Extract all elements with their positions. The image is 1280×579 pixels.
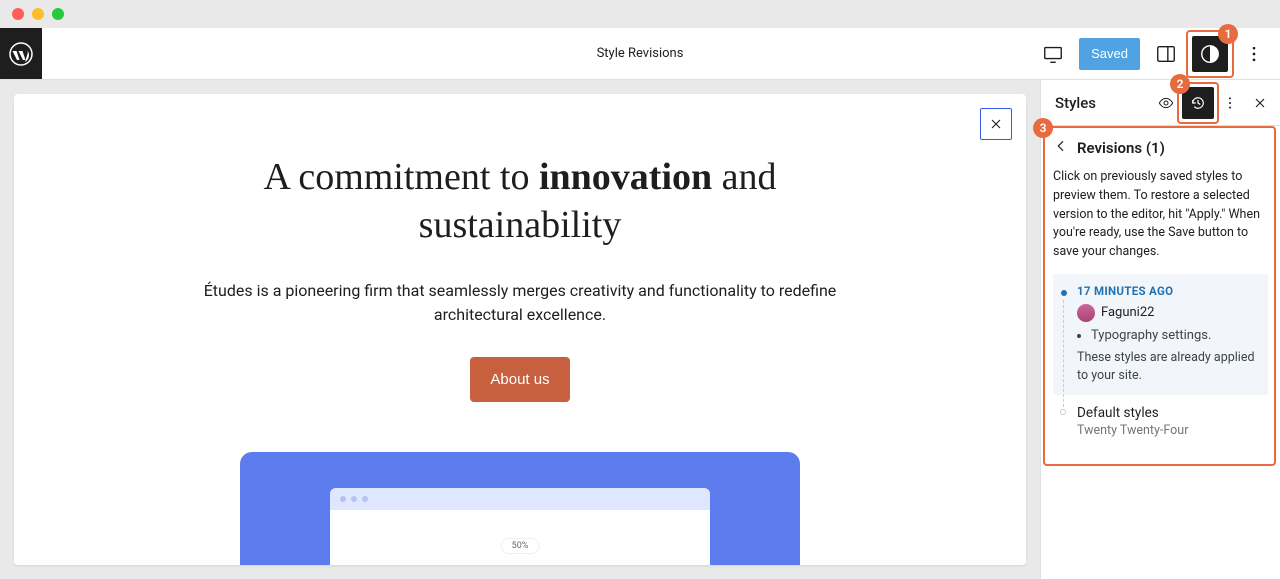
canvas-close-button[interactable] (980, 108, 1012, 140)
revision-active-dot-icon (1061, 290, 1067, 296)
editor-work-area: A commitment to innovation and sustainab… (0, 80, 1280, 579)
top-bar-actions: Saved 1 (1035, 36, 1280, 72)
history-icon (1189, 94, 1207, 112)
chevron-left-icon (1053, 138, 1069, 154)
editor-top-bar: Style Revisions Saved 1 (0, 28, 1280, 80)
editor-canvas[interactable]: A commitment to innovation and sustainab… (14, 94, 1026, 565)
revision-change-list: Typography settings. (1091, 328, 1258, 343)
avatar (1077, 304, 1095, 322)
styles-title: Styles (1055, 94, 1096, 112)
close-icon (1252, 95, 1268, 111)
callout-2: 2 (1170, 74, 1190, 94)
more-options-button[interactable] (1236, 36, 1272, 72)
default-styles-theme: Twenty Twenty-Four (1077, 423, 1258, 438)
revisions-back-button[interactable] (1053, 138, 1069, 158)
traffic-light-close[interactable] (12, 8, 24, 20)
revision-note: These styles are already applied to your… (1077, 349, 1258, 385)
wordpress-logo-button[interactable] (0, 28, 42, 79)
revision-timestamp: 17 MINUTES AGO (1077, 284, 1258, 298)
toggle-sidebar-button[interactable] (1148, 36, 1184, 72)
revision-item[interactable]: 17 MINUTES AGO Faguni22 Typography setti… (1053, 274, 1268, 395)
about-us-button[interactable]: About us (470, 357, 569, 402)
revision-author: Faguni22 (1077, 304, 1258, 322)
revision-change-item: Typography settings. (1091, 328, 1258, 343)
styles-icon (1199, 43, 1221, 65)
styles-more-button[interactable] (1216, 89, 1244, 117)
revisions-title: Revisions (1) (1077, 139, 1165, 157)
hero-subheading[interactable]: Études is a pioneering firm that seamles… (200, 279, 840, 327)
styles-sidebar-header: Styles 2 (1041, 80, 1280, 126)
revisions-description: Click on previously saved styles to prev… (1053, 168, 1268, 262)
revision-default-item[interactable]: Default styles Twenty Twenty-Four (1053, 395, 1268, 448)
canvas-column: A commitment to innovation and sustainab… (0, 80, 1040, 579)
desktop-icon (1042, 43, 1064, 65)
sidebar-icon (1155, 43, 1177, 65)
wordpress-icon (9, 42, 33, 66)
hero-heading-bold: innovation (539, 156, 712, 198)
page-title: Style Revisions (597, 46, 684, 61)
styles-sidebar: Styles 2 (1040, 80, 1280, 579)
revisions-panel: 3 Revisions (1) Click on previously save… (1041, 126, 1280, 460)
close-icon (988, 116, 1004, 132)
mock-stat-pill: 50% (501, 538, 540, 554)
kebab-icon (1222, 94, 1238, 112)
traffic-light-minimize[interactable] (32, 8, 44, 20)
hero-heading[interactable]: A commitment to innovation and sustainab… (210, 154, 830, 249)
traffic-light-zoom[interactable] (52, 8, 64, 20)
hero-image-block[interactable]: 50% (240, 452, 800, 565)
revision-connector-line (1063, 300, 1064, 407)
callout-3: 3 (1033, 118, 1053, 138)
revision-default-dot-icon (1060, 409, 1066, 415)
close-sidebar-button[interactable] (1246, 89, 1274, 117)
view-desktop-button[interactable] (1035, 36, 1071, 72)
saved-button[interactable]: Saved (1079, 38, 1140, 70)
window-titlebar (0, 0, 1280, 28)
hero-heading-pre: A commitment to (263, 156, 538, 198)
revision-author-name: Faguni22 (1101, 305, 1154, 320)
kebab-icon (1244, 44, 1264, 64)
browser-mockup: 50% (330, 488, 710, 565)
callout-1: 1 (1218, 24, 1238, 44)
default-styles-label: Default styles (1077, 405, 1258, 421)
revisions-list: 17 MINUTES AGO Faguni22 Typography setti… (1053, 274, 1268, 448)
eye-icon (1158, 94, 1174, 112)
